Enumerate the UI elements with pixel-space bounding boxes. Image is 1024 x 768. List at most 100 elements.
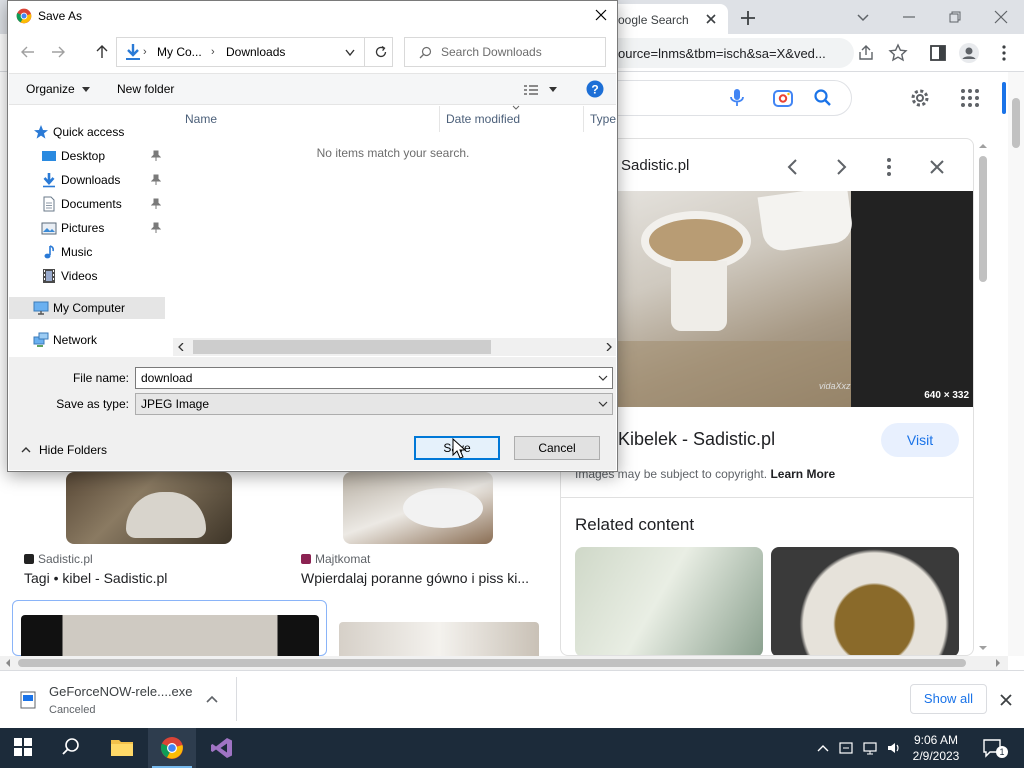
pin-icon[interactable] bbox=[151, 150, 161, 162]
file-name-field[interactable]: download bbox=[135, 367, 613, 389]
scroll-right-arrow-icon[interactable] bbox=[605, 343, 613, 351]
learn-more-link[interactable]: Learn More bbox=[770, 467, 835, 481]
scroll-right-arrow-icon[interactable] bbox=[994, 659, 1002, 667]
tree-item-downloads[interactable]: Downloads bbox=[9, 169, 165, 191]
download-file-name[interactable]: GeForceNOW-rele....exe bbox=[49, 684, 193, 699]
related-thumbnail[interactable] bbox=[771, 547, 959, 655]
save-as-type-select[interactable]: JPEG Image bbox=[135, 393, 613, 415]
google-lens-icon[interactable] bbox=[771, 86, 795, 110]
previous-chevron-icon[interactable] bbox=[779, 153, 807, 181]
tree-item-documents[interactable]: Documents bbox=[9, 193, 165, 215]
result-source[interactable]: Sadistic.pl bbox=[24, 552, 93, 566]
panel-scroll-thumb[interactable] bbox=[979, 156, 987, 282]
result-title[interactable]: Wpierdalaj poranne gówno i piss ki... bbox=[301, 570, 537, 586]
new-folder-button[interactable]: New folder bbox=[117, 82, 174, 96]
result-thumbnail[interactable] bbox=[339, 622, 539, 656]
new-tab-icon[interactable] bbox=[738, 8, 758, 28]
dialog-titlebar[interactable]: Save As bbox=[8, 1, 617, 32]
dialog-search-box[interactable] bbox=[404, 37, 606, 67]
scroll-down-arrow-icon[interactable] bbox=[979, 644, 987, 652]
scroll-left-arrow-icon[interactable] bbox=[4, 659, 12, 667]
tab-search-chevron-icon[interactable] bbox=[852, 6, 874, 28]
image-result-card[interactable]: Majtkomat Wpierdalaj poranne gówno i pis… bbox=[297, 472, 541, 592]
chevron-up-tray-icon[interactable] bbox=[815, 740, 831, 756]
dialog-close-icon[interactable] bbox=[584, 1, 618, 31]
search-icon[interactable] bbox=[811, 86, 835, 110]
related-thumbnail[interactable] bbox=[575, 547, 763, 655]
tree-item-quick-access[interactable]: Quick access bbox=[9, 121, 165, 143]
pin-icon[interactable] bbox=[151, 198, 161, 210]
address-breadcrumb-bar[interactable]: › My Co... › Downloads bbox=[116, 37, 393, 67]
microphone-icon[interactable] bbox=[725, 86, 749, 110]
page-scrollbar[interactable] bbox=[1008, 72, 1024, 656]
result-title[interactable]: Tagi • kibel - Sadistic.pl bbox=[24, 570, 264, 586]
column-divider[interactable] bbox=[439, 106, 440, 132]
tab-close-icon[interactable] bbox=[703, 11, 719, 27]
help-icon[interactable]: ? bbox=[586, 80, 604, 98]
tree-item-pictures[interactable]: Pictures bbox=[9, 217, 165, 239]
tree-item-desktop[interactable]: Desktop bbox=[9, 145, 165, 167]
notification-center-button[interactable]: 1 bbox=[982, 738, 1008, 758]
security-tray-icon[interactable] bbox=[838, 740, 854, 756]
scroll-left-arrow-icon[interactable] bbox=[177, 343, 185, 351]
settings-gear-icon[interactable] bbox=[908, 86, 932, 110]
forward-arrow-icon[interactable] bbox=[48, 42, 68, 62]
restore-icon[interactable] bbox=[944, 6, 966, 28]
pin-icon[interactable] bbox=[151, 174, 161, 186]
file-name-value[interactable]: download bbox=[141, 371, 192, 385]
view-options-icon[interactable] bbox=[523, 83, 539, 97]
volume-tray-icon[interactable] bbox=[886, 740, 902, 756]
result-thumbnail[interactable] bbox=[66, 472, 232, 544]
breadcrumb-my-computer[interactable]: My Co... bbox=[157, 45, 202, 59]
more-options-icon[interactable] bbox=[875, 153, 903, 181]
horizontal-scroll-thumb[interactable] bbox=[18, 659, 966, 667]
breadcrumb-downloads[interactable]: Downloads bbox=[226, 45, 285, 59]
pin-icon[interactable] bbox=[151, 222, 161, 234]
result-source[interactable]: Majtkomat bbox=[301, 552, 370, 566]
chrome-menu-icon[interactable] bbox=[994, 43, 1014, 63]
image-result-card[interactable]: Sadistic.pl Tagi • kibel - Sadistic.pl bbox=[20, 472, 276, 592]
address-dropdown-chevron-icon[interactable] bbox=[344, 48, 356, 58]
visual-studio-taskbar-button[interactable] bbox=[198, 728, 246, 768]
search-taskbar-button[interactable] bbox=[48, 728, 96, 768]
start-button[interactable] bbox=[0, 728, 48, 768]
page-scroll-thumb[interactable] bbox=[1012, 98, 1020, 148]
back-arrow-icon[interactable] bbox=[18, 42, 38, 62]
show-all-button[interactable]: Show all bbox=[910, 684, 987, 714]
scroll-up-arrow-icon[interactable] bbox=[979, 142, 987, 150]
column-divider[interactable] bbox=[583, 106, 584, 132]
chevron-down-icon[interactable] bbox=[598, 399, 608, 409]
next-chevron-icon[interactable] bbox=[827, 153, 855, 181]
bookmark-star-icon[interactable] bbox=[888, 43, 908, 63]
chevron-up-icon[interactable] bbox=[204, 692, 220, 708]
cancel-button[interactable]: Cancel bbox=[514, 436, 600, 460]
apps-grid-icon[interactable] bbox=[958, 86, 982, 110]
tree-item-network[interactable]: Network bbox=[9, 329, 165, 351]
file-list-scroll-thumb[interactable] bbox=[193, 340, 491, 354]
view-dropdown-triangle-icon[interactable] bbox=[549, 87, 557, 92]
search-downloads-input[interactable] bbox=[441, 45, 601, 59]
tree-item-my-computer[interactable]: My Computer bbox=[9, 297, 165, 319]
preview-site-name[interactable]: Sadistic.pl bbox=[621, 157, 689, 174]
network-tray-icon[interactable] bbox=[862, 740, 878, 756]
close-icon[interactable] bbox=[998, 692, 1014, 708]
profile-avatar-icon[interactable] bbox=[958, 42, 980, 64]
file-list-horizontal-scrollbar[interactable] bbox=[173, 338, 616, 356]
column-header-name[interactable]: Name bbox=[185, 112, 217, 136]
window-close-icon[interactable] bbox=[990, 6, 1012, 28]
side-panel-icon[interactable] bbox=[928, 43, 948, 63]
panel-scrollbar[interactable] bbox=[976, 140, 990, 656]
up-arrow-icon[interactable] bbox=[92, 42, 112, 62]
close-panel-icon[interactable] bbox=[923, 153, 951, 181]
horizontal-scrollbar[interactable] bbox=[0, 656, 1008, 670]
result-thumbnail[interactable] bbox=[21, 615, 319, 657]
chrome-taskbar-button[interactable] bbox=[148, 728, 196, 768]
column-header-date-modified[interactable]: Date modified bbox=[446, 112, 520, 136]
browser-tab[interactable]: oogle Search bbox=[600, 4, 728, 34]
organize-button[interactable]: Organize bbox=[26, 82, 91, 96]
chevron-down-icon[interactable] bbox=[598, 373, 608, 383]
column-header-type[interactable]: Type bbox=[590, 112, 616, 136]
file-explorer-taskbar-button[interactable] bbox=[98, 728, 146, 768]
system-clock[interactable]: 9:06 AM 2/9/2023 bbox=[908, 732, 964, 764]
selected-result-frame[interactable] bbox=[12, 600, 327, 657]
